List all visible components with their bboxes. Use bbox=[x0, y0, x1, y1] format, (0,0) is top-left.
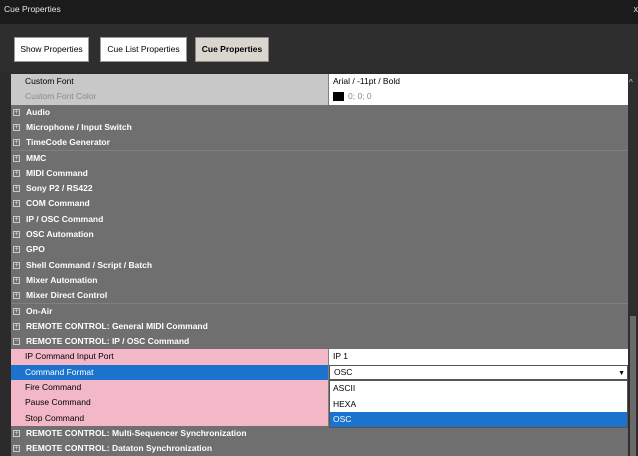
dropdown-option-ascii[interactable]: ASCII bbox=[330, 381, 627, 396]
plus-box-icon[interactable]: + bbox=[13, 261, 20, 269]
window-title: Cue Properties bbox=[4, 4, 61, 14]
property-name: Command Format bbox=[11, 364, 328, 380]
property-value[interactable]: IP 1 bbox=[329, 349, 628, 365]
property-name: Custom Font bbox=[11, 74, 328, 90]
category-label: REMOTE CONTROL: Dataton Synchronization bbox=[26, 443, 213, 454]
property-name: IP Command Input Port bbox=[11, 349, 328, 365]
property-name: Pause Command bbox=[11, 395, 328, 411]
combo-value: OSC bbox=[334, 366, 353, 377]
category-row-on-air[interactable]: + On-Air bbox=[11, 303, 628, 319]
category-label: Sony P2 / RS422 bbox=[26, 183, 93, 194]
plus-box-icon[interactable]: + bbox=[13, 445, 20, 453]
category-label: Audio bbox=[26, 106, 51, 117]
category-row-gpo[interactable]: + GPO bbox=[11, 242, 628, 258]
command-format-select[interactable]: OSC ▼ bbox=[329, 364, 628, 380]
window-titlebar: Cue Properties x bbox=[0, 0, 638, 24]
category-label: REMOTE CONTROL: General MIDI Command bbox=[26, 320, 208, 331]
plus-box-icon[interactable]: + bbox=[13, 246, 20, 254]
plus-box-icon[interactable]: + bbox=[13, 231, 20, 238]
property-row[interactable]: Custom Font Color 0; 0; 0 bbox=[11, 89, 628, 105]
plus-box-icon[interactable]: + bbox=[13, 322, 20, 330]
category-label: REMOTE CONTROL: Multi-Sequencer Synchron… bbox=[26, 427, 247, 438]
plus-box-icon[interactable]: + bbox=[13, 292, 20, 300]
category-row-microphone[interactable]: + Microphone / Input Switch bbox=[11, 119, 628, 136]
category-row-com[interactable]: + COM Command bbox=[11, 196, 628, 212]
property-row[interactable]: IP Command Input Port IP 1 bbox=[11, 349, 628, 365]
plus-box-icon[interactable]: + bbox=[13, 200, 20, 208]
category-label: Microphone / Input Switch bbox=[26, 121, 132, 132]
category-row-timecode[interactable]: + TimeCode Generator bbox=[11, 135, 628, 151]
category-row-mixer-automation[interactable]: + Mixer Automation bbox=[11, 272, 628, 289]
dropdown-option-hexa[interactable]: HEXA bbox=[330, 397, 627, 412]
property-row-selected[interactable]: Command Format OSC ▼ bbox=[11, 364, 628, 380]
category-row-osc-automation[interactable]: + OSC Automation bbox=[11, 227, 628, 243]
category-row-remote-midi[interactable]: + REMOTE CONTROL: General MIDI Command bbox=[11, 318, 628, 335]
plus-box-icon[interactable]: + bbox=[13, 154, 20, 162]
category-row-ip-osc[interactable]: + IP / OSC Command bbox=[11, 211, 628, 227]
plus-box-icon[interactable]: + bbox=[13, 123, 20, 131]
plus-box-icon[interactable]: + bbox=[13, 169, 20, 177]
plus-box-icon[interactable]: + bbox=[13, 215, 20, 223]
category-label: Mixer Automation bbox=[26, 274, 98, 285]
cue-properties-button[interactable]: Cue Properties bbox=[195, 37, 269, 62]
command-format-dropdown: ASCII HEXA OSC bbox=[329, 380, 628, 429]
category-row-remote-dataton[interactable]: + REMOTE CONTROL: Dataton Synchronization bbox=[11, 441, 628, 456]
plus-box-icon[interactable]: + bbox=[13, 429, 20, 437]
minus-box-icon[interactable]: − bbox=[13, 338, 20, 346]
property-value[interactable]: Arial / -11pt / Bold bbox=[329, 74, 628, 90]
category-row-mmc[interactable]: + MMC bbox=[11, 150, 628, 166]
category-label: REMOTE CONTROL: IP / OSC Command bbox=[26, 336, 190, 347]
category-label: TimeCode Generator bbox=[26, 137, 110, 148]
scroll-up-icon[interactable]: ^ bbox=[629, 78, 633, 87]
category-label: MMC bbox=[26, 152, 47, 163]
plus-box-icon[interactable]: + bbox=[13, 108, 20, 116]
vertical-scrollbar[interactable]: ^ bbox=[628, 74, 638, 456]
close-icon[interactable]: x bbox=[634, 4, 638, 14]
category-label: Shell Command / Script / Batch bbox=[26, 259, 153, 270]
property-name: Fire Command bbox=[11, 380, 328, 396]
category-label: COM Command bbox=[26, 198, 90, 209]
show-properties-button[interactable]: Show Properties bbox=[14, 37, 89, 62]
toolbar: Show Properties Cue List Properties Cue … bbox=[0, 24, 638, 72]
category-row-remote-ip-osc[interactable]: − REMOTE CONTROL: IP / OSC Command bbox=[11, 334, 628, 350]
category-label: On-Air bbox=[26, 305, 53, 316]
category-row-midi[interactable]: + MIDI Command bbox=[11, 165, 628, 182]
cue-list-properties-button[interactable]: Cue List Properties bbox=[100, 37, 187, 62]
color-value-text: 0; 0; 0 bbox=[348, 91, 372, 102]
property-value[interactable]: 0; 0; 0 bbox=[329, 89, 628, 105]
category-row-sony[interactable]: + Sony P2 / RS422 bbox=[11, 181, 628, 197]
plus-box-icon[interactable]: + bbox=[13, 307, 20, 315]
category-label: GPO bbox=[26, 244, 45, 255]
category-row-audio[interactable]: + Audio bbox=[11, 104, 628, 120]
category-label: OSC Automation bbox=[26, 229, 94, 239]
color-swatch bbox=[333, 91, 344, 101]
category-row-mixer-direct[interactable]: + Mixer Direct Control bbox=[11, 288, 628, 304]
dropdown-option-osc[interactable]: OSC bbox=[330, 411, 627, 428]
chevron-down-icon[interactable]: ▼ bbox=[618, 367, 625, 380]
plus-box-icon[interactable]: + bbox=[13, 185, 20, 193]
scrollbar-thumb[interactable] bbox=[630, 316, 636, 456]
category-label: MIDI Command bbox=[26, 167, 88, 178]
category-row-shell[interactable]: + Shell Command / Script / Batch bbox=[11, 257, 628, 273]
plus-box-icon[interactable]: + bbox=[13, 139, 20, 147]
property-name: Stop Command bbox=[11, 410, 328, 426]
category-label: Mixer Direct Control bbox=[26, 290, 108, 301]
property-name: Custom Font Color bbox=[11, 89, 328, 105]
property-row[interactable]: Custom Font Arial / -11pt / Bold bbox=[11, 74, 628, 90]
category-label: IP / OSC Command bbox=[26, 213, 104, 224]
plus-box-icon[interactable]: + bbox=[13, 276, 20, 284]
